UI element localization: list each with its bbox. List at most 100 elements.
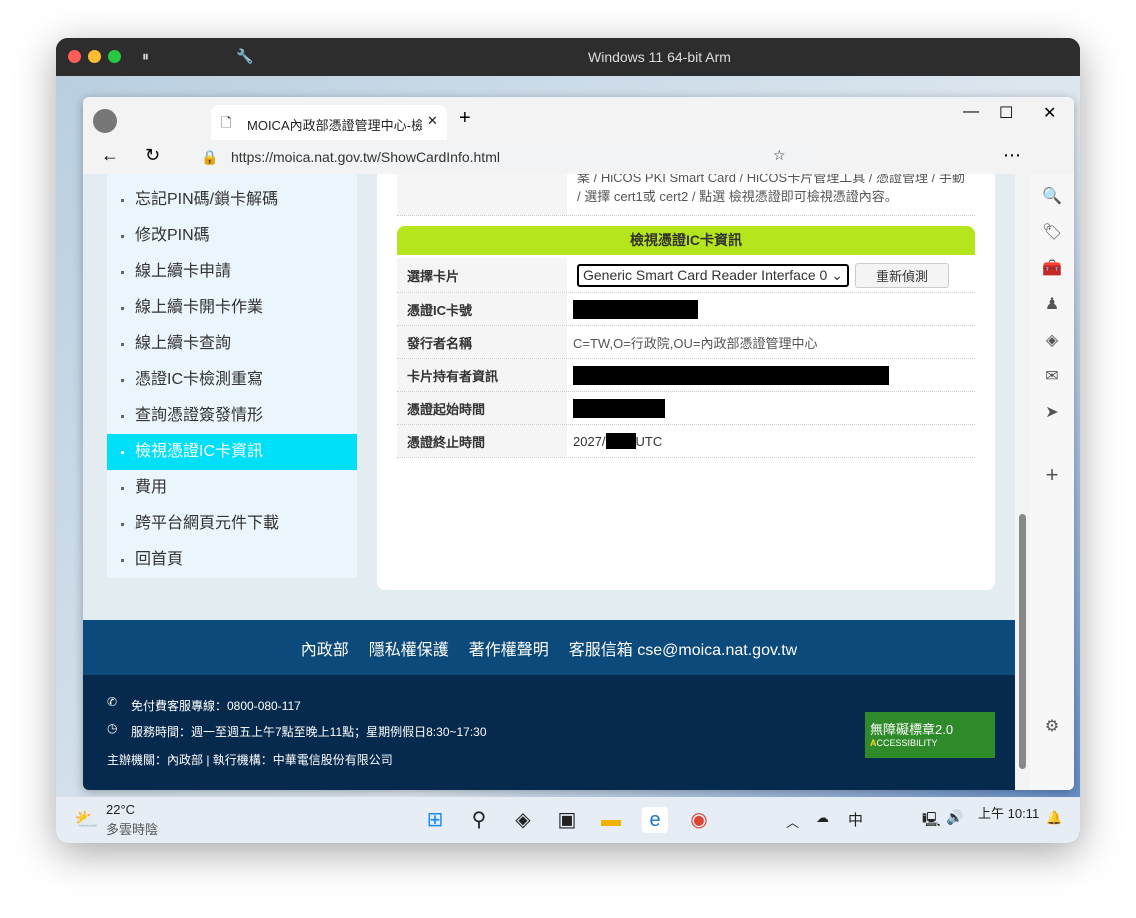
tag-icon[interactable]: 🏷 xyxy=(1030,222,1074,242)
footer-links: 內政部 隱私權保護 著作權聲明 客服信箱 cse@moica.nat.gov.t… xyxy=(83,620,1015,675)
copilot-icon[interactable]: ◈ xyxy=(510,807,536,833)
page-icon: 🗋 xyxy=(221,115,232,130)
chevron-up-icon[interactable]: ︿ xyxy=(786,812,799,831)
add-icon[interactable]: + xyxy=(1030,462,1074,488)
footer-info: ✆ 免付費客服專線：0800-080-117 ◷ 服務時間：週一至週五上午7點至… xyxy=(83,675,1015,790)
more-icon[interactable]: ⋯ xyxy=(1003,145,1021,166)
info-row: 憑證IC卡號 xyxy=(397,293,975,326)
sidebar-item[interactable]: 回首頁 xyxy=(107,542,357,578)
url-text[interactable]: https://moica.nat.gov.tw/ShowCardInfo.ht… xyxy=(231,149,500,165)
close-button[interactable]: ✕ xyxy=(1043,103,1056,123)
scrollbar-thumb[interactable] xyxy=(1019,514,1026,769)
clock-icon: ◷ xyxy=(107,721,118,735)
minimize-window-button[interactable] xyxy=(88,50,101,63)
footer-link-ministry[interactable]: 內政部 xyxy=(301,636,349,660)
sidebar-nav: 忘記PIN碼/鎖卡解碼 修改PIN碼 線上續卡申請 線上續卡開卡作業 線上續卡查詢 憑證I… xyxy=(107,174,357,578)
temperature: 22°C xyxy=(106,802,136,817)
ime-indicator[interactable]: 中 xyxy=(848,809,863,830)
footer-link-privacy[interactable]: 隱私權保護 xyxy=(369,636,449,660)
row-label: 發行者名稱 xyxy=(397,326,567,358)
windows-desktop: 🗋 MOICA內政部憑證管理中心-檢視 ✕ + — ☐ ✕ ← ↻ 🔒 http… xyxy=(56,76,1080,843)
badge-subtext: CCESSIBILITY xyxy=(876,738,938,748)
edge-browser: 🗋 MOICA內政部憑證管理中心-檢視 ✕ + — ☐ ✕ ← ↻ 🔒 http… xyxy=(83,97,1074,790)
hotline-text: 免付費客服專線：0800-080-117 xyxy=(131,699,301,713)
taskbar: ⛅ 22°C 多雲時陰 ⊞ ⚲ ◈ ▣ ▬ e ◉ ︿ ☁ 中 🖳 🔊 上午 1… xyxy=(56,797,1080,843)
toolbox-icon[interactable]: 🧰 xyxy=(1030,258,1074,278)
maximize-button[interactable]: ☐ xyxy=(999,103,1013,123)
sidebar-item[interactable]: 跨平台網頁元件下載 xyxy=(107,506,357,542)
mac-titlebar: ⏸ 🔧 Windows 11 64-bit Arm xyxy=(56,38,1080,76)
sidebar-item[interactable]: 憑證IC卡檢測重寫 xyxy=(107,362,357,398)
info-row: 卡片持有者資訊 xyxy=(397,359,975,392)
footer-link-copyright[interactable]: 著作權聲明 xyxy=(469,636,549,660)
chrome-icon[interactable]: ◉ xyxy=(686,807,712,833)
bell-icon[interactable]: 🔔 xyxy=(1046,810,1062,826)
taskview-icon[interactable]: ▣ xyxy=(554,807,580,833)
redacted-value xyxy=(573,398,665,418)
redacted-value xyxy=(605,433,636,449)
main-panel: 案 / HiCOS PKI Smart Card / HiCOS卡片管理工具 /… xyxy=(377,174,995,590)
sidebar-item[interactable]: 檢視憑證IC卡資訊 xyxy=(107,434,357,470)
new-tab-button[interactable]: + xyxy=(459,107,471,130)
footer-link-email[interactable]: 客服信箱 cse@moica.nat.gov.tw xyxy=(569,636,797,660)
weather-icon: ⛅ xyxy=(74,809,99,831)
file-explorer-icon[interactable]: ▬ xyxy=(598,807,624,833)
favorite-icon[interactable]: ☆ xyxy=(773,147,786,164)
network-icon[interactable]: 🖳 xyxy=(922,809,941,833)
edge-sidebar: 🔍 🏷 🧰 ♟ ◈ ✉ ➤ + ⚙ xyxy=(1030,174,1074,790)
instructions-text: / 選擇 cert1或 cert2 / 點選 檢視憑證即可檢視憑證內容。 xyxy=(577,189,898,204)
card-select-value: Generic Smart Card Reader Interface 0 xyxy=(583,266,828,283)
row-value: 2027/ xyxy=(573,433,606,449)
badge-text: 無障礙標章2.0 xyxy=(870,722,954,737)
wrench-icon[interactable]: 🔧 xyxy=(236,48,253,65)
redacted-value xyxy=(573,365,889,385)
pause-icon[interactable]: ⏸ xyxy=(142,48,149,65)
scrollbar[interactable] xyxy=(1015,174,1030,790)
outlook-icon[interactable]: ✉ xyxy=(1030,366,1074,386)
address-bar[interactable]: 🔒 https://moica.nat.gov.tw/ShowCardInfo.… xyxy=(183,142,815,172)
redacted-value xyxy=(573,299,698,319)
row-value: C=TW,O=行政院,OU=內政部憑證管理中心 xyxy=(573,335,818,351)
search-icon[interactable]: 🔍 xyxy=(1030,186,1074,206)
web-page: 忘記PIN碼/鎖卡解碼 修改PIN碼 線上續卡申請 線上續卡開卡作業 線上續卡查詢 憑證I… xyxy=(83,174,1015,790)
accessibility-badge[interactable]: 無障礙標章2.0 ACCESSIBILITY xyxy=(865,712,995,758)
edge-icon[interactable]: e xyxy=(642,807,668,833)
org-text: 主辦機關：內政部 | 執行機構：中華電信股份有限公司 xyxy=(107,753,393,767)
clock[interactable]: 上午 10:11 xyxy=(978,803,1039,822)
lock-icon: 🔒 xyxy=(201,149,219,165)
section-title: 檢視憑證IC卡資訊 xyxy=(397,226,975,255)
close-tab-icon[interactable]: ✕ xyxy=(427,113,438,129)
row-label: 憑證終止時間 xyxy=(397,425,567,457)
redetect-button[interactable]: 重新偵測 xyxy=(854,262,949,288)
gear-icon[interactable]: ⚙ xyxy=(1030,716,1074,736)
row-label: 憑證起始時間 xyxy=(397,392,567,424)
send-icon[interactable]: ➤ xyxy=(1030,402,1074,422)
sidebar-item[interactable]: 修改PIN碼 xyxy=(107,218,357,254)
phone-icon: ✆ xyxy=(107,695,118,709)
volume-icon[interactable]: 🔊 xyxy=(946,809,963,826)
back-icon[interactable]: ← xyxy=(101,145,119,166)
games-icon[interactable]: ♟ xyxy=(1030,294,1074,314)
vm-title: Windows 11 64-bit Arm xyxy=(588,49,731,65)
onedrive-icon[interactable]: ☁ xyxy=(816,810,829,826)
row-label: 憑證IC卡號 xyxy=(397,293,567,325)
zoom-window-button[interactable] xyxy=(108,50,121,63)
sidebar-item[interactable]: 忘記PIN碼/鎖卡解碼 xyxy=(107,182,357,218)
browser-tab[interactable]: 🗋 MOICA內政部憑證管理中心-檢視 ✕ xyxy=(211,105,447,140)
sidebar-item[interactable]: 查詢憑證簽發情形 xyxy=(107,398,357,434)
instructions-text: 案 / HiCOS PKI Smart Card / HiCOS卡片管理工具 /… xyxy=(577,174,965,185)
minimize-button[interactable]: — xyxy=(963,103,979,121)
sidebar-item[interactable]: 線上續卡申請 xyxy=(107,254,357,290)
sidebar-item[interactable]: 線上續卡查詢 xyxy=(107,326,357,362)
profile-icon[interactable] xyxy=(93,109,117,133)
info-row: 憑證終止時間 2027/UTC xyxy=(397,425,975,458)
start-icon[interactable]: ⊞ xyxy=(422,807,448,833)
copilot-icon[interactable]: ◈ xyxy=(1030,330,1074,350)
sidebar-item[interactable]: 線上續卡開卡作業 xyxy=(107,290,357,326)
refresh-icon[interactable]: ↻ xyxy=(145,145,160,166)
row-label: 卡片持有者資訊 xyxy=(397,359,567,391)
search-icon[interactable]: ⚲ xyxy=(466,807,492,833)
sidebar-item[interactable]: 費用 xyxy=(107,470,357,506)
close-window-button[interactable] xyxy=(68,50,81,63)
card-select[interactable]: Generic Smart Card Reader Interface 0 ⌄ xyxy=(577,263,849,287)
